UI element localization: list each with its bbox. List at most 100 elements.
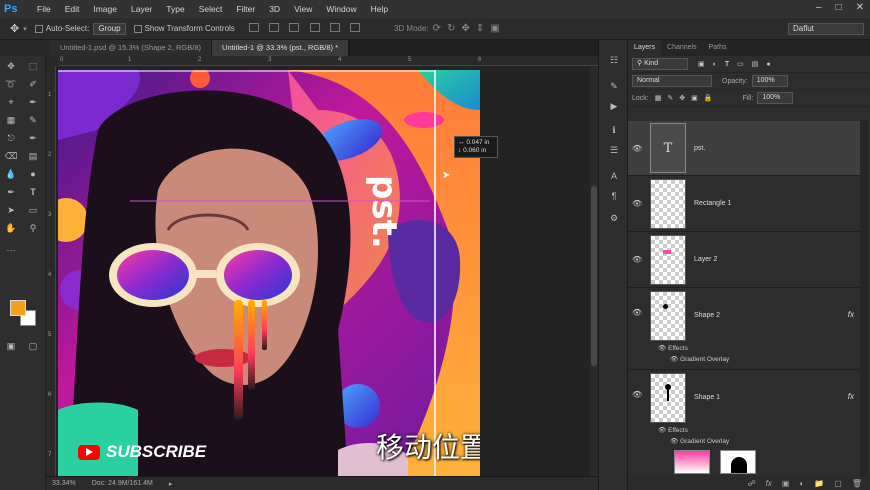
menu-image[interactable]: Image — [86, 4, 124, 14]
blur-tool-icon[interactable]: 💧 — [4, 168, 18, 180]
visibility-eye-icon[interactable]: 👁 — [632, 144, 644, 153]
visibility-eye-icon[interactable]: 👁 — [670, 438, 678, 445]
align-bottom-icon[interactable] — [289, 23, 300, 32]
history-brush-tool-icon[interactable]: ✒ — [26, 132, 40, 144]
pen-tool-icon[interactable]: ✒ — [4, 186, 18, 198]
menu-select[interactable]: Select — [192, 4, 230, 14]
menu-layer[interactable]: Layer — [124, 4, 159, 14]
layer-name[interactable]: pst. — [694, 145, 705, 152]
tab-document-2[interactable]: Untitled-1 @ 33.3% (pst., RGB/8) * — [212, 40, 350, 56]
lasso-tool-icon[interactable]: ➰ — [4, 78, 18, 90]
history-panel-icon[interactable]: ☷ — [607, 54, 621, 66]
scrollbar-thumb[interactable] — [591, 186, 597, 366]
align-right-icon[interactable] — [349, 23, 360, 32]
visibility-eye-icon[interactable]: 👁 — [632, 255, 644, 264]
filter-smart-object-icon[interactable]: ▤ — [752, 60, 759, 68]
effect-row[interactable]: 👁 Gradient Overlay — [670, 355, 729, 363]
layer-row[interactable]: 👁 Shape 2 fx 👁 Effects 👁 Gradient Overla… — [628, 288, 860, 370]
rectangle-tool-icon[interactable]: ▭ — [26, 204, 40, 216]
screen-mode-icon[interactable]: ▢ — [26, 340, 40, 352]
add-style-icon[interactable]: fx — [766, 479, 772, 488]
effects-row[interactable]: 👁 Effects — [658, 344, 688, 352]
new-layer-icon[interactable]: ▢ — [834, 479, 842, 488]
menu-edit[interactable]: Edit — [58, 4, 87, 14]
link-layers-icon[interactable]: ☍ — [748, 479, 756, 488]
visibility-eye-icon[interactable]: 👁 — [632, 199, 644, 208]
menu-filter[interactable]: Filter — [229, 4, 262, 14]
layer-row[interactable]: 👁 T pst. — [628, 121, 860, 176]
align-top-icon[interactable] — [248, 23, 259, 32]
eyedropper-tool-icon[interactable]: ✒ — [26, 96, 40, 108]
visibility-eye-icon[interactable]: 👁 — [658, 345, 666, 352]
visibility-eye-icon[interactable]: 👁 — [658, 427, 666, 434]
path-selection-tool-icon[interactable]: ➤ — [4, 204, 18, 216]
align-left-icon[interactable] — [309, 23, 320, 32]
marquee-tool-icon[interactable]: ⬚ — [26, 60, 40, 72]
lock-transparent-icon[interactable]: ▦ — [655, 94, 662, 102]
layer-name[interactable]: Rectangle 1 — [694, 200, 731, 207]
glyphs-panel-icon[interactable]: ⚙ — [607, 212, 621, 224]
lock-all-icon[interactable]: 🔒 — [704, 94, 713, 102]
minimize-icon[interactable]: – — [816, 2, 822, 13]
menu-file[interactable]: File — [30, 4, 58, 14]
align-middle-icon[interactable] — [269, 23, 280, 32]
canvas-vertical-text[interactable]: pst. — [362, 175, 406, 275]
menu-view[interactable]: View — [287, 4, 319, 14]
canvas-workspace[interactable]: pst. SUBSCRIBE 移动位置 ↔ 0.047 in ↕ 0.060 i… — [56, 66, 598, 476]
effects-row[interactable]: 👁 Effects — [658, 426, 688, 434]
3d-slide-icon[interactable]: ⇕ — [476, 23, 484, 34]
menu-help[interactable]: Help — [364, 4, 395, 14]
layer-name[interactable]: Shape 1 — [694, 394, 720, 401]
filter-pixel-icon[interactable]: ▣ — [698, 60, 705, 68]
clone-stamp-tool-icon[interactable]: ⎋ — [4, 132, 18, 144]
paragraph-panel-icon[interactable]: ¶ — [607, 190, 621, 202]
zoom-tool-icon[interactable]: ⚲ — [26, 222, 40, 234]
layer-row[interactable]: 👁 Layer 2 — [628, 232, 860, 288]
layer-effects-icon[interactable]: fx — [848, 310, 854, 319]
info-panel-icon[interactable]: ℹ — [607, 124, 621, 136]
layer-row[interactable]: 👁 Shape 1 fx 👁 Effects 👁 Gradient Overla… — [628, 370, 860, 482]
3d-scale-icon[interactable]: ▣ — [490, 23, 499, 34]
dodge-tool-icon[interactable]: ● — [26, 168, 40, 180]
add-mask-icon[interactable]: ▣ — [782, 479, 790, 488]
layers-scrollbar[interactable] — [860, 120, 868, 482]
artwork-canvas[interactable]: pst. SUBSCRIBE 移动位置 — [58, 70, 480, 476]
fill-input[interactable]: 100% — [757, 92, 794, 104]
blend-mode-dropdown[interactable]: Normal — [632, 75, 712, 87]
vertical-scrollbar[interactable] — [590, 66, 598, 476]
align-center-icon[interactable] — [329, 23, 340, 32]
3d-rotate-icon[interactable]: ⟳ — [433, 23, 441, 34]
filter-adjustment-icon[interactable]: ◐ — [713, 61, 717, 68]
filter-toggle-icon[interactable]: ● — [766, 61, 770, 68]
subscribe-badge[interactable]: SUBSCRIBE — [78, 442, 206, 462]
quick-mask-icon[interactable]: ▣ — [4, 340, 18, 352]
delete-layer-icon[interactable]: 🗑 — [852, 479, 862, 488]
layer-row[interactable]: 👁 Rectangle 1 — [628, 176, 860, 232]
auto-select-dropdown[interactable]: Group — [93, 22, 126, 35]
maximize-icon[interactable]: □ — [836, 2, 842, 13]
tab-paths[interactable]: Paths — [703, 40, 733, 56]
visibility-eye-icon[interactable]: 👁 — [632, 308, 644, 317]
new-group-icon[interactable]: 📁 — [814, 479, 824, 488]
layer-name[interactable]: Shape 2 — [694, 312, 720, 319]
visibility-eye-icon[interactable]: 👁 — [670, 356, 678, 363]
auto-select-checkbox[interactable] — [34, 24, 43, 33]
show-transform-checkbox[interactable] — [133, 24, 142, 33]
tab-channels[interactable]: Channels — [661, 40, 703, 56]
move-tool-icon[interactable]: ✥ — [10, 22, 19, 35]
filter-kind-dropdown[interactable]: ⚲ Kind — [632, 58, 688, 70]
crop-tool-icon[interactable]: ⌖ — [4, 96, 18, 108]
tab-layers[interactable]: Layers — [628, 40, 662, 56]
filter-shape-icon[interactable]: ▭ — [737, 60, 744, 68]
brush-tool-icon[interactable]: ✎ — [26, 114, 40, 126]
brush-settings-icon[interactable]: ✎ — [607, 80, 621, 92]
adjustments-icon[interactable]: ☰ — [607, 144, 621, 156]
type-tool-icon[interactable]: T — [26, 186, 40, 198]
foreground-color-swatch[interactable] — [10, 300, 26, 316]
lock-artboard-icon[interactable]: ▣ — [691, 94, 698, 102]
close-icon[interactable]: ✕ — [856, 2, 864, 13]
eraser-tool-icon[interactable]: ⌫ — [4, 150, 18, 162]
adjustment-layer-icon[interactable]: ◐ — [799, 479, 804, 488]
3d-roll-icon[interactable]: ↻ — [447, 23, 455, 34]
hand-tool-icon[interactable]: ✋ — [4, 222, 18, 234]
